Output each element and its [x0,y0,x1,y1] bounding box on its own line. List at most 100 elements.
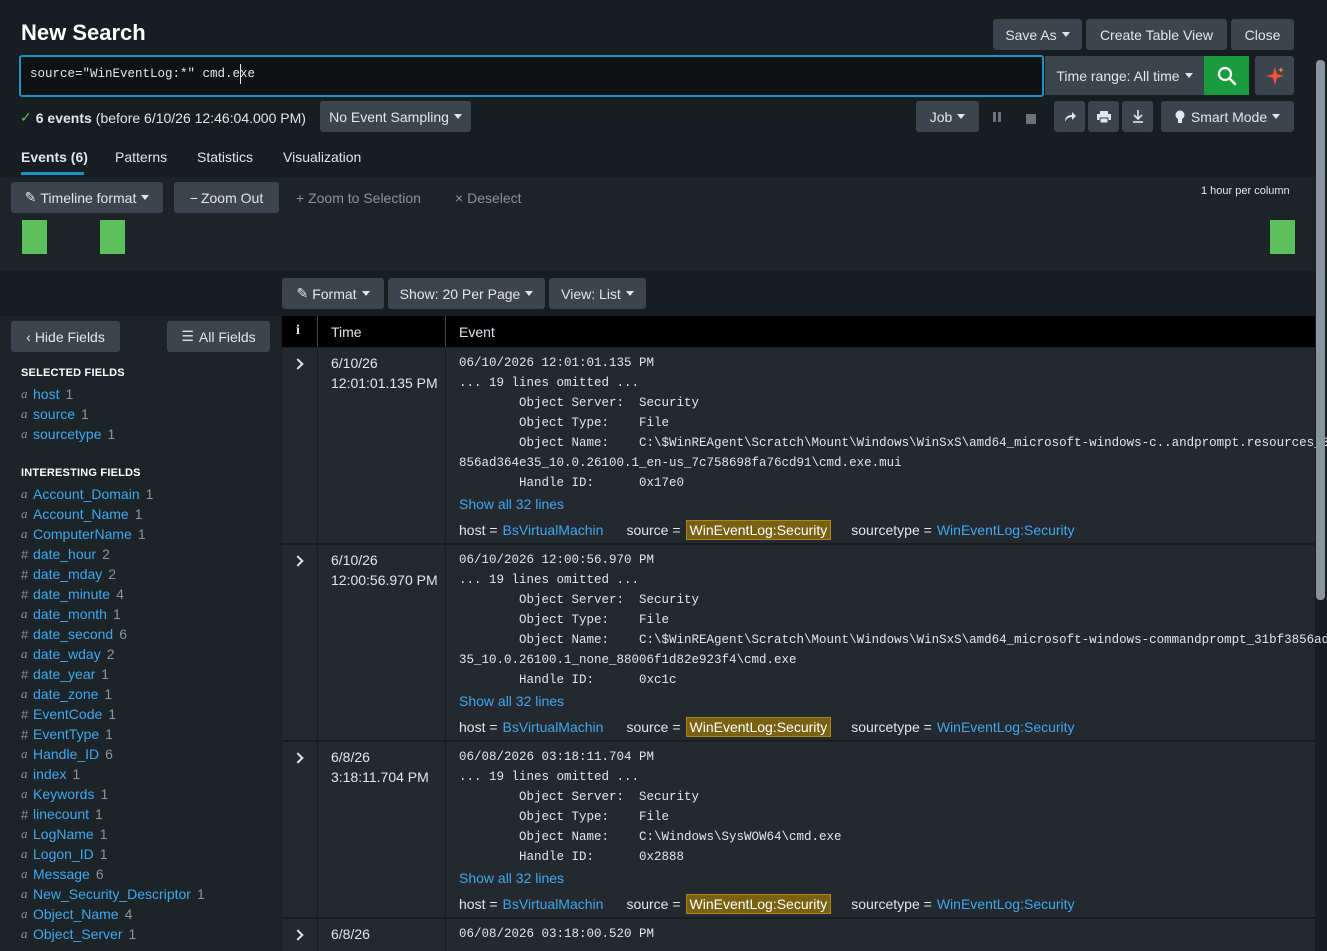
hide-fields-button[interactable]: ‹ Hide Fields [11,321,120,352]
field-name[interactable]: linecount [33,806,89,822]
field-item[interactable]: a date_month 1 [21,604,121,624]
field-name[interactable]: Account_Domain [33,486,140,502]
field-name[interactable]: Message [33,866,90,882]
field-item[interactable]: # EventType 1 [21,724,113,744]
field-name[interactable]: Object_Name [33,906,119,922]
field-name[interactable]: date_zone [33,686,98,702]
field-name[interactable]: date_month [33,606,107,622]
field-item[interactable]: # EventCode 1 [21,704,116,724]
field-item[interactable]: a Handle_ID 6 [21,744,113,764]
field-item[interactable]: # date_year 1 [21,664,109,684]
field-item[interactable]: a sourcetype 1 [21,424,115,444]
field-name[interactable]: source [33,406,75,422]
field-item[interactable]: a index 1 [21,764,80,784]
tab-patterns[interactable]: Patterns [115,149,167,165]
source-value[interactable]: WinEventLog:Security [685,520,832,540]
field-item[interactable]: # date_second 6 [21,624,127,644]
field-item[interactable]: a Logon_ID 1 [21,844,108,864]
search-button[interactable] [1204,56,1249,95]
field-item[interactable]: a host 1 [21,384,73,404]
job-menu-button[interactable]: Job [916,101,979,132]
stop-icon[interactable] [1026,111,1036,127]
tab-events[interactable]: Events (6) [21,149,88,165]
timeline-bar[interactable] [1270,220,1295,254]
field-item[interactable]: # date_minute 4 [21,584,124,604]
host-value[interactable]: BsVirtualMachin [503,896,604,912]
scrollbar[interactable] [1316,60,1325,600]
zoom-to-selection-button[interactable]: + Zoom to Selection [296,190,421,206]
share-button[interactable] [1054,101,1085,132]
ai-assistant-button[interactable] [1255,56,1294,95]
field-name[interactable]: date_wday [33,646,101,662]
deselect-button[interactable]: × Deselect [455,190,522,206]
field-name[interactable]: index [33,766,66,782]
source-label: source = [626,896,681,912]
field-name[interactable]: Logon_ID [33,846,94,862]
field-item[interactable]: a date_zone 1 [21,684,112,704]
timeline-bar[interactable] [100,220,125,254]
timeline-bar[interactable] [22,220,47,254]
field-item[interactable]: # date_mday 2 [21,564,116,584]
field-item[interactable]: a Keywords 1 [21,784,108,804]
field-item[interactable]: a New_Security_Descriptor 1 [21,884,205,904]
field-item[interactable]: a Object_Server 1 [21,924,136,944]
show-all-lines-link[interactable]: Show all 32 lines [459,693,564,709]
field-name[interactable]: date_minute [33,586,110,602]
field-name[interactable]: sourcetype [33,426,101,442]
field-item[interactable]: a Object_Name 4 [21,904,132,924]
field-name[interactable]: host [33,386,59,402]
save-as-button[interactable]: Save As [993,19,1082,50]
field-item[interactable]: a date_wday 2 [21,644,115,664]
time-column-header[interactable]: Time [331,324,362,340]
search-icon [1217,66,1236,85]
field-name[interactable]: Account_Name [33,506,129,522]
field-item[interactable]: a LogName 1 [21,824,108,844]
host-value[interactable]: BsVirtualMachin [503,719,604,735]
field-item[interactable]: # linecount 1 [21,804,103,824]
close-button[interactable]: Close [1231,19,1294,50]
source-value[interactable]: WinEventLog:Security [685,894,832,914]
source-value[interactable]: WinEventLog:Security [685,717,832,737]
field-item[interactable]: a Account_Domain 1 [21,484,153,504]
field-name[interactable]: date_mday [33,566,102,582]
create-table-view-button[interactable]: Create Table View [1086,19,1227,50]
host-value[interactable]: BsVirtualMachin [503,522,604,538]
field-name[interactable]: Object_Server [33,926,122,942]
sourcetype-value[interactable]: WinEventLog:Security [937,896,1075,912]
timeline-format-button[interactable]: ✎ Timeline format [11,182,163,213]
string-type-icon: a [21,426,28,441]
per-page-dropdown[interactable]: Show: 20 Per Page [388,278,545,309]
tab-visualization[interactable]: Visualization [283,149,361,165]
search-mode-dropdown[interactable]: Smart Mode [1161,101,1294,132]
field-name[interactable]: Handle_ID [33,746,99,762]
show-all-lines-link[interactable]: Show all 32 lines [459,496,564,512]
print-button[interactable] [1088,101,1119,132]
field-name[interactable]: EventCode [33,706,102,722]
export-button[interactable] [1122,101,1153,132]
divider [445,919,446,951]
field-name[interactable]: LogName [33,826,94,842]
pause-icon[interactable] [992,110,1002,126]
field-name[interactable]: EventType [33,726,99,742]
field-name[interactable]: date_year [33,666,95,682]
field-item[interactable]: a ComputerName 1 [21,524,146,544]
field-item[interactable]: # date_hour 2 [21,544,110,564]
sourcetype-value[interactable]: WinEventLog:Security [937,522,1075,538]
sourcetype-value[interactable]: WinEventLog:Security [937,719,1075,735]
field-name[interactable]: ComputerName [33,526,132,542]
field-name[interactable]: date_hour [33,546,96,562]
time-range-picker[interactable]: Time range: All time [1045,56,1204,95]
field-name[interactable]: New_Security_Descriptor [33,886,191,902]
view-mode-dropdown[interactable]: View: List [549,278,646,309]
field-name[interactable]: Keywords [33,786,94,802]
field-item[interactable]: a source 1 [21,404,89,424]
field-item[interactable]: a Message 6 [21,864,104,884]
zoom-out-button[interactable]: − Zoom Out [174,182,279,213]
format-button[interactable]: ✎ Format [282,278,384,309]
tab-statistics[interactable]: Statistics [197,149,253,165]
event-sampling-dropdown[interactable]: No Event Sampling [320,101,471,132]
field-item[interactable]: a Account_Name 1 [21,504,143,524]
show-all-lines-link[interactable]: Show all 32 lines [459,870,564,886]
field-name[interactable]: date_second [33,626,113,642]
all-fields-button[interactable]: ☰ All Fields [167,321,270,352]
